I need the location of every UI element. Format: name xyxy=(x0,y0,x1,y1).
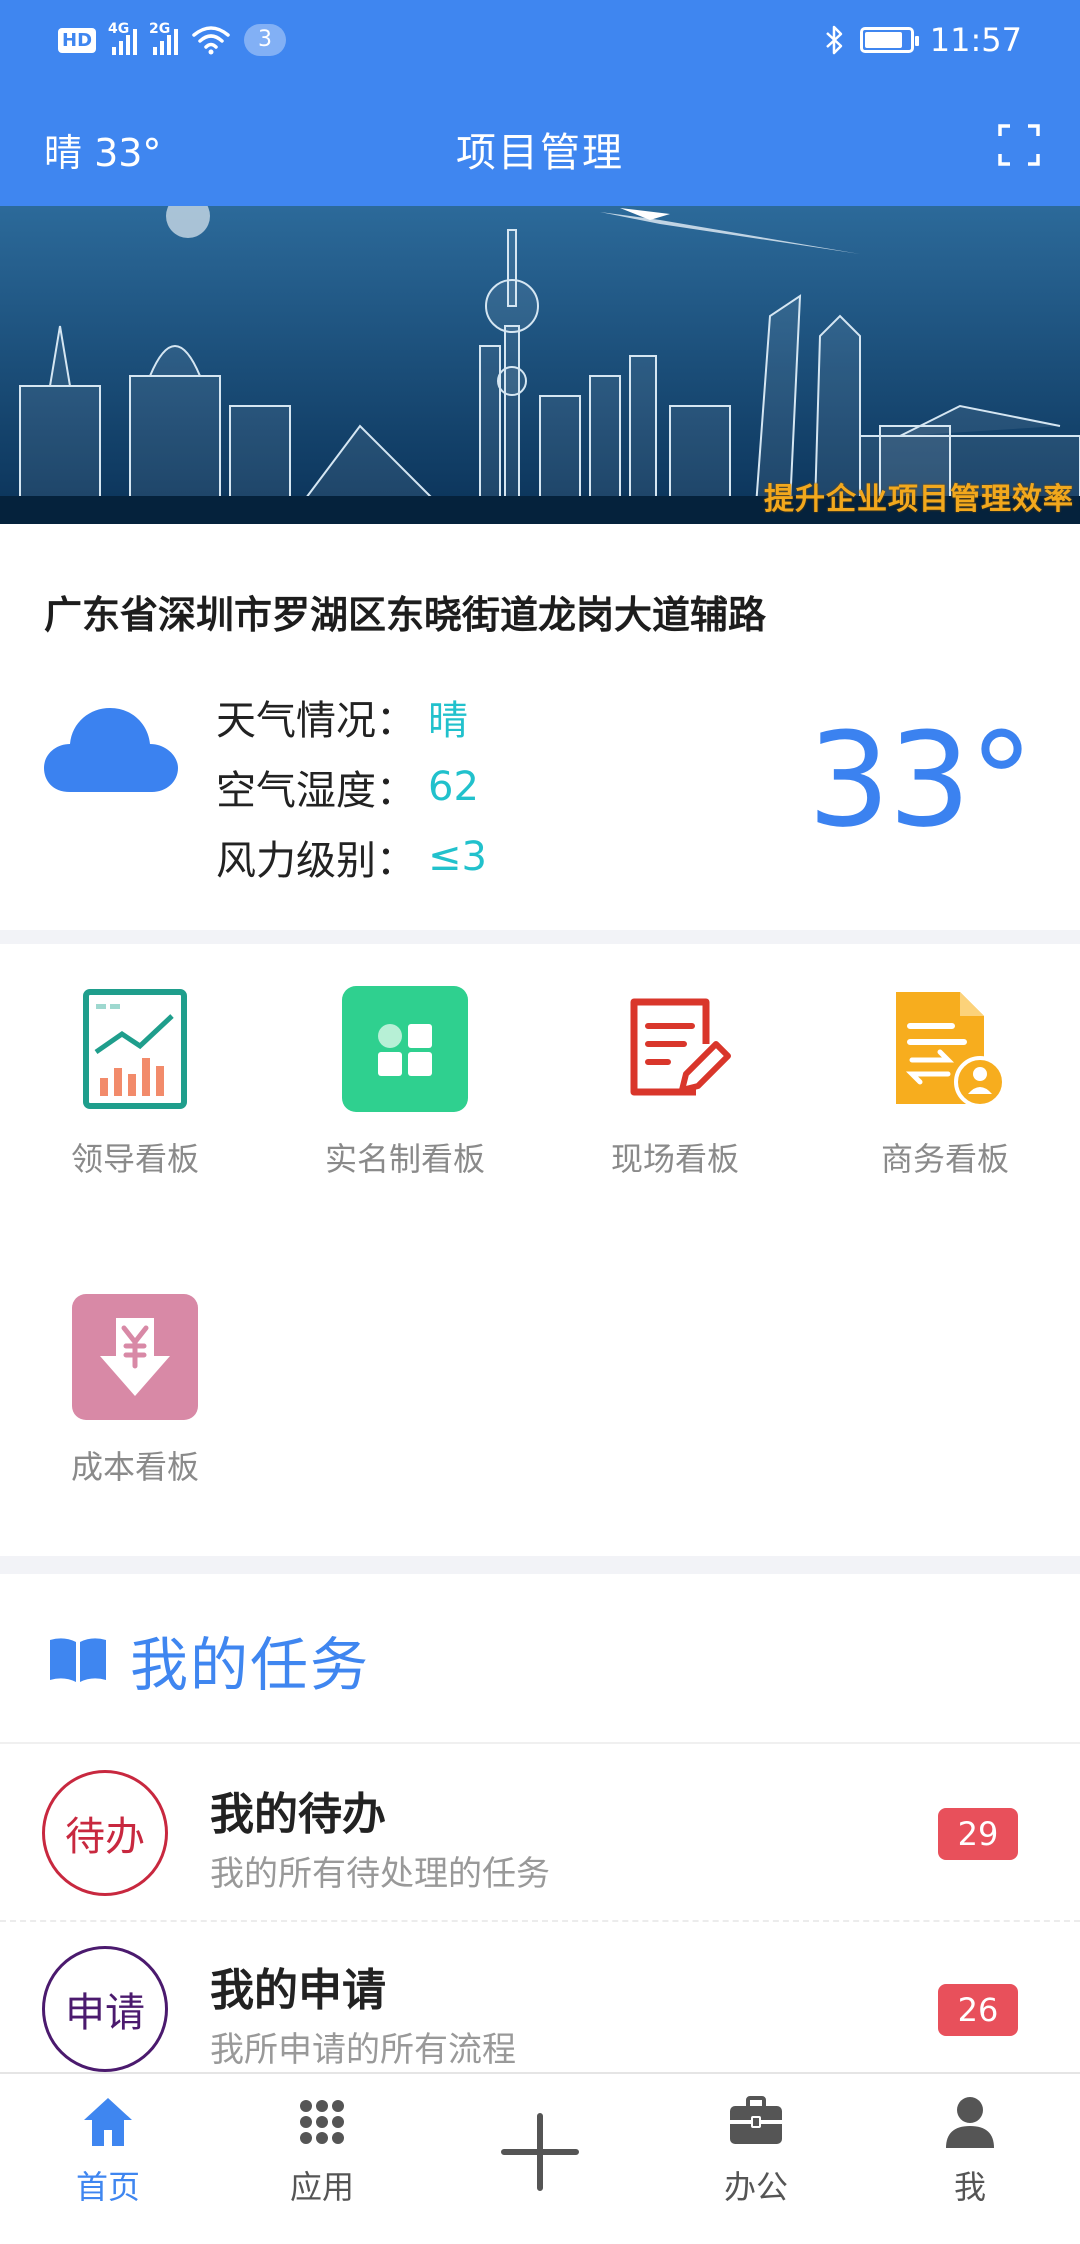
weather-value: 62 xyxy=(428,764,479,810)
weather-value: 晴 xyxy=(428,698,468,744)
temperature: 33° xyxy=(807,704,1034,856)
battery-icon xyxy=(859,27,919,53)
home-icon xyxy=(84,2098,132,2146)
dashboard-boards: 领导看板 实名制看板 现场看板 商务看板 成本看板 xyxy=(0,944,1080,1556)
battery-level xyxy=(864,32,903,48)
weather-row-wind: 风力级别： ≤3 xyxy=(216,822,487,892)
notification-count: 3 xyxy=(244,24,287,56)
navbar: 晴 33° 项目管理 xyxy=(0,100,1080,192)
weather-card: 广东省深圳市罗湖区东晓街道龙岗大道辅路 天气情况： 晴 空气湿度： 62 风力级… xyxy=(0,524,1080,930)
signal-2g-icon: 2G xyxy=(149,21,179,55)
task-title: 我的申请 xyxy=(210,1965,386,2016)
signal-4g-icon: 4G xyxy=(108,21,138,55)
board-label: 领导看板 xyxy=(70,1140,199,1178)
tab-label: 办公 xyxy=(723,2168,788,2206)
task-description: 我的所有待处理的任务 xyxy=(210,1854,550,1894)
grid-apps-icon xyxy=(342,986,468,1112)
apps-grid-icon xyxy=(300,2100,344,2144)
board-label: 现场看板 xyxy=(610,1140,739,1178)
leader-chart-icon xyxy=(72,986,198,1112)
app-screen: HD 4G 2G 3 11:57 晴 33° 项目管理 提升企业项目管理效率 广… xyxy=(0,0,1080,2244)
weather-row-humidity: 空气湿度： 62 xyxy=(216,752,487,822)
weather-label: 空气湿度： xyxy=(216,768,416,814)
tab-office[interactable]: 办公 xyxy=(686,2092,826,2208)
board-label: 商务看板 xyxy=(880,1140,1009,1178)
task-count-badge: 26 xyxy=(938,1984,1018,2036)
weather-row-condition: 天气情况： 晴 xyxy=(216,682,487,752)
hd-indicator: HD xyxy=(58,27,97,53)
weather-value: ≤3 xyxy=(428,834,487,880)
task-description: 我所申请的所有流程 xyxy=(210,2030,516,2070)
task-count-badge: 29 xyxy=(938,1808,1018,1860)
tasks-title: 我的任务 xyxy=(130,1631,371,1699)
board-leader[interactable]: 领导看板 xyxy=(0,986,270,1180)
board-label: 成本看板 xyxy=(70,1448,199,1486)
weather-details: 天气情况： 晴 空气湿度： 62 风力级别： ≤3 xyxy=(216,682,487,892)
board-label: 实名制看板 xyxy=(324,1140,485,1178)
weather-label: 天气情况： xyxy=(216,698,416,744)
edit-document-icon xyxy=(612,986,738,1112)
cloud-icon xyxy=(44,708,178,792)
user-icon xyxy=(946,2097,994,2148)
briefcase-icon xyxy=(730,2096,782,2144)
tab-label: 应用 xyxy=(289,2168,354,2206)
wifi-icon xyxy=(192,26,230,55)
board-cost[interactable]: 成本看板 xyxy=(0,1294,270,1488)
banner-slogan: 提升企业项目管理效率 xyxy=(764,482,1074,517)
yen-download-icon xyxy=(72,1294,198,1420)
tasks-header: 我的任务 xyxy=(0,1574,1080,1744)
board-realname[interactable]: 实名制看板 xyxy=(270,986,540,1180)
status-bar: HD 4G 2G 3 11:57 xyxy=(0,0,1080,82)
tab-label: 我 xyxy=(953,2168,986,2206)
header: HD 4G 2G 3 11:57 晴 33° 项目管理 xyxy=(0,0,1080,206)
status-left: HD 4G 2G 3 xyxy=(58,20,287,60)
book-icon xyxy=(50,1638,106,1682)
tab-label: 首页 xyxy=(75,2168,140,2206)
page-title: 项目管理 xyxy=(456,130,624,176)
weather-label: 风力级别： xyxy=(216,838,416,884)
task-row-todo[interactable]: 待办 我的待办 我的所有待处理的任务 29 xyxy=(0,1746,1080,1922)
business-doc-icon xyxy=(882,986,1008,1112)
tab-me[interactable]: 我 xyxy=(900,2092,1040,2208)
location-address: 广东省深圳市罗湖区东晓街道龙岗大道辅路 xyxy=(44,593,767,637)
todo-badge: 待办 xyxy=(42,1770,168,1896)
my-tasks-section: 我的任务 待办 我的待办 我的所有待处理的任务 29 申请 我的申请 我所申请的… xyxy=(0,1574,1080,2098)
status-right: 11:57 xyxy=(824,18,1022,62)
board-site[interactable]: 现场看板 xyxy=(540,986,810,1180)
clock: 11:57 xyxy=(929,21,1022,59)
fullscreen-icon[interactable] xyxy=(996,122,1042,168)
bottom-tab-bar: 首页 应用 办公 我 xyxy=(0,2072,1080,2244)
banner-image[interactable]: 提升企业项目管理效率 xyxy=(0,206,1080,524)
bluetooth-icon xyxy=(825,25,843,55)
tab-home[interactable]: 首页 xyxy=(38,2092,178,2208)
tab-apps[interactable]: 应用 xyxy=(252,2092,392,2208)
board-business[interactable]: 商务看板 xyxy=(810,986,1080,1180)
task-title: 我的待办 xyxy=(210,1789,386,1840)
plus-icon[interactable] xyxy=(498,2110,582,2194)
application-badge: 申请 xyxy=(42,1946,168,2072)
